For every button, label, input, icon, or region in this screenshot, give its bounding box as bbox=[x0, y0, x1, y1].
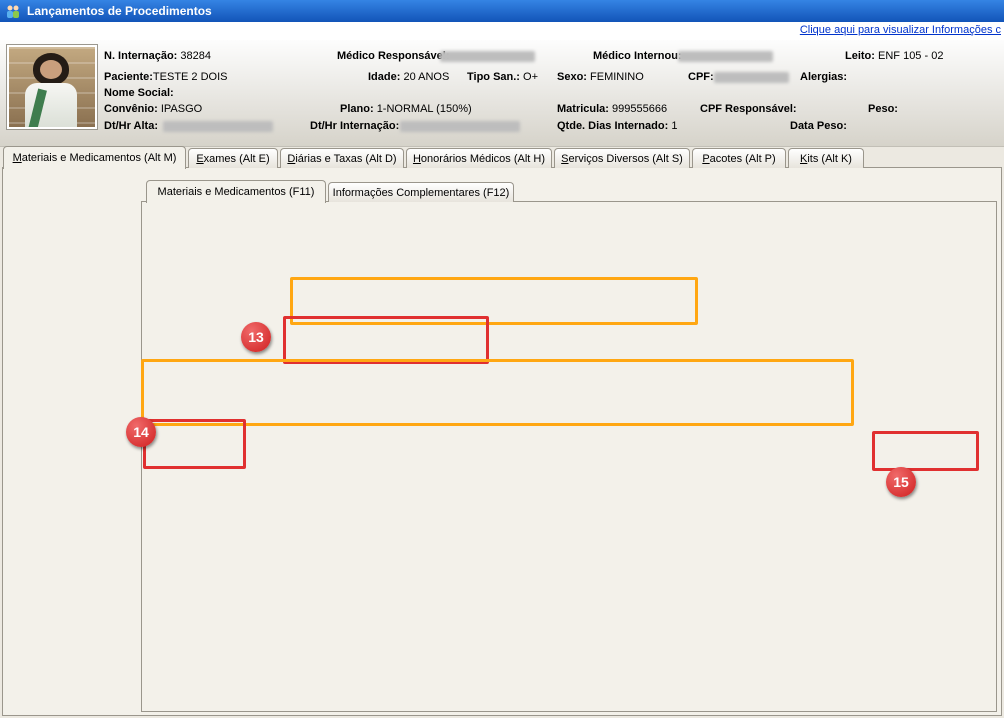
app-window: Lançamentos de Procedimentos Clique aqui… bbox=[0, 0, 1004, 718]
callout-15: 15 bbox=[886, 467, 916, 497]
link-bar: Clique aqui para visualizar Informações … bbox=[0, 22, 1004, 41]
matricula: Matricula: 999555666 bbox=[557, 103, 667, 115]
patient-photo bbox=[6, 44, 98, 130]
tab-servicos-diversos[interactable]: Serviços Diversos (Alt S) bbox=[554, 148, 690, 168]
tab-diarias-taxas[interactable]: Diárias e Taxas (Alt D) bbox=[280, 148, 404, 168]
tab-exames[interactable]: Exames (Alt E) bbox=[188, 148, 278, 168]
dt-alta-label: Dt/Hr Alta: bbox=[104, 120, 158, 132]
inner-tab-informacoes-f12[interactable]: Informações Complementares (F12) bbox=[328, 182, 514, 202]
callout-14: 14 bbox=[126, 417, 156, 447]
medico-internou-redacted bbox=[678, 51, 773, 62]
inner-tab-materiais-f11[interactable]: Materiais e Medicamentos (F11) bbox=[146, 180, 326, 203]
leito: Leito: ENF 105 - 02 bbox=[845, 50, 943, 62]
data-peso-label: Data Peso: bbox=[790, 120, 847, 132]
plano: Plano: 1-NORMAL (150%) bbox=[340, 103, 472, 115]
n-internacao: N. Internação: 38284 bbox=[104, 50, 211, 62]
idade: Idade: 20 ANOS bbox=[368, 71, 449, 83]
nome-social-label: Nome Social: bbox=[104, 87, 174, 99]
convenio-paciente: Convênio: IPASGO bbox=[104, 103, 202, 115]
cpf-responsavel-label: CPF Responsável: bbox=[700, 103, 797, 115]
window-title: Lançamentos de Procedimentos bbox=[27, 4, 212, 18]
patient-header: N. Internação: 38284 Médico Responsável:… bbox=[0, 40, 1004, 147]
medico-internou-label: Médico Internou: bbox=[593, 50, 682, 62]
dias-internado: Qtde. Dias Internado: 1 bbox=[557, 120, 677, 132]
paciente: Paciente:TESTE 2 DOIS bbox=[104, 71, 228, 83]
tipo-sanguineo: Tipo San.: O+ bbox=[467, 71, 538, 83]
dt-internacao-label: Dt/Hr Internação: bbox=[310, 120, 399, 132]
tab-materiais-medicamentos[interactable]: Materiais e Medicamentos (Alt M) bbox=[3, 146, 186, 169]
alergias-label: Alergias: bbox=[800, 71, 847, 83]
medico-responsavel-label: Médico Responsável: bbox=[337, 50, 449, 62]
medico-responsavel-redacted bbox=[440, 51, 535, 62]
cpf-redacted bbox=[714, 72, 789, 83]
callout-13: 13 bbox=[241, 322, 271, 352]
inner-tab-panel bbox=[141, 201, 997, 712]
title-bar: Lançamentos de Procedimentos bbox=[0, 0, 1004, 22]
dt-internacao-redacted bbox=[400, 121, 520, 132]
app-icon bbox=[5, 3, 21, 19]
sexo: Sexo: FEMININO bbox=[557, 71, 644, 83]
tab-honorarios-medicos[interactable]: Honorários Médicos (Alt H) bbox=[406, 148, 552, 168]
info-link[interactable]: Clique aqui para visualizar Informações … bbox=[800, 24, 1001, 36]
dt-alta-redacted bbox=[163, 121, 273, 132]
tab-pacotes[interactable]: Pacotes (Alt P) bbox=[692, 148, 786, 168]
cpf-label: CPF: bbox=[688, 71, 714, 83]
tab-kits[interactable]: Kits (Alt K) bbox=[788, 148, 864, 168]
peso-label: Peso: bbox=[868, 103, 898, 115]
